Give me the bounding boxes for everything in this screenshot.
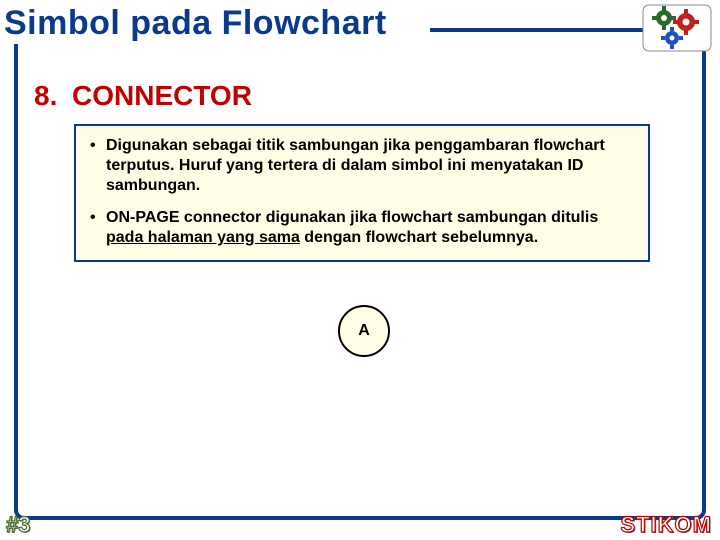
section-number: 8. bbox=[34, 80, 57, 112]
bullet-text: ON-PAGE connector digunakan jika flowcha… bbox=[106, 208, 634, 248]
bullet-item: • ON-PAGE connector digunakan jika flowc… bbox=[90, 208, 634, 248]
connector-symbol: A bbox=[338, 305, 390, 357]
section-title: CONNECTOR bbox=[72, 80, 252, 112]
bullet-item: • Digunakan sebagai titik sambungan jika… bbox=[90, 136, 634, 196]
gears-logo-icon bbox=[642, 4, 712, 52]
bullet-dot-icon: • bbox=[90, 208, 106, 248]
page-title: Simbol pada Flowchart bbox=[0, 4, 387, 43]
bullet-dot-icon: • bbox=[90, 136, 106, 196]
info-box: • Digunakan sebagai titik sambungan jika… bbox=[74, 124, 650, 262]
brand-label: STIKOM bbox=[620, 512, 712, 538]
connector-label: A bbox=[358, 322, 370, 340]
bullet-text: Digunakan sebagai titik sambungan jika p… bbox=[106, 136, 634, 196]
slide-number: #3 bbox=[6, 512, 30, 538]
